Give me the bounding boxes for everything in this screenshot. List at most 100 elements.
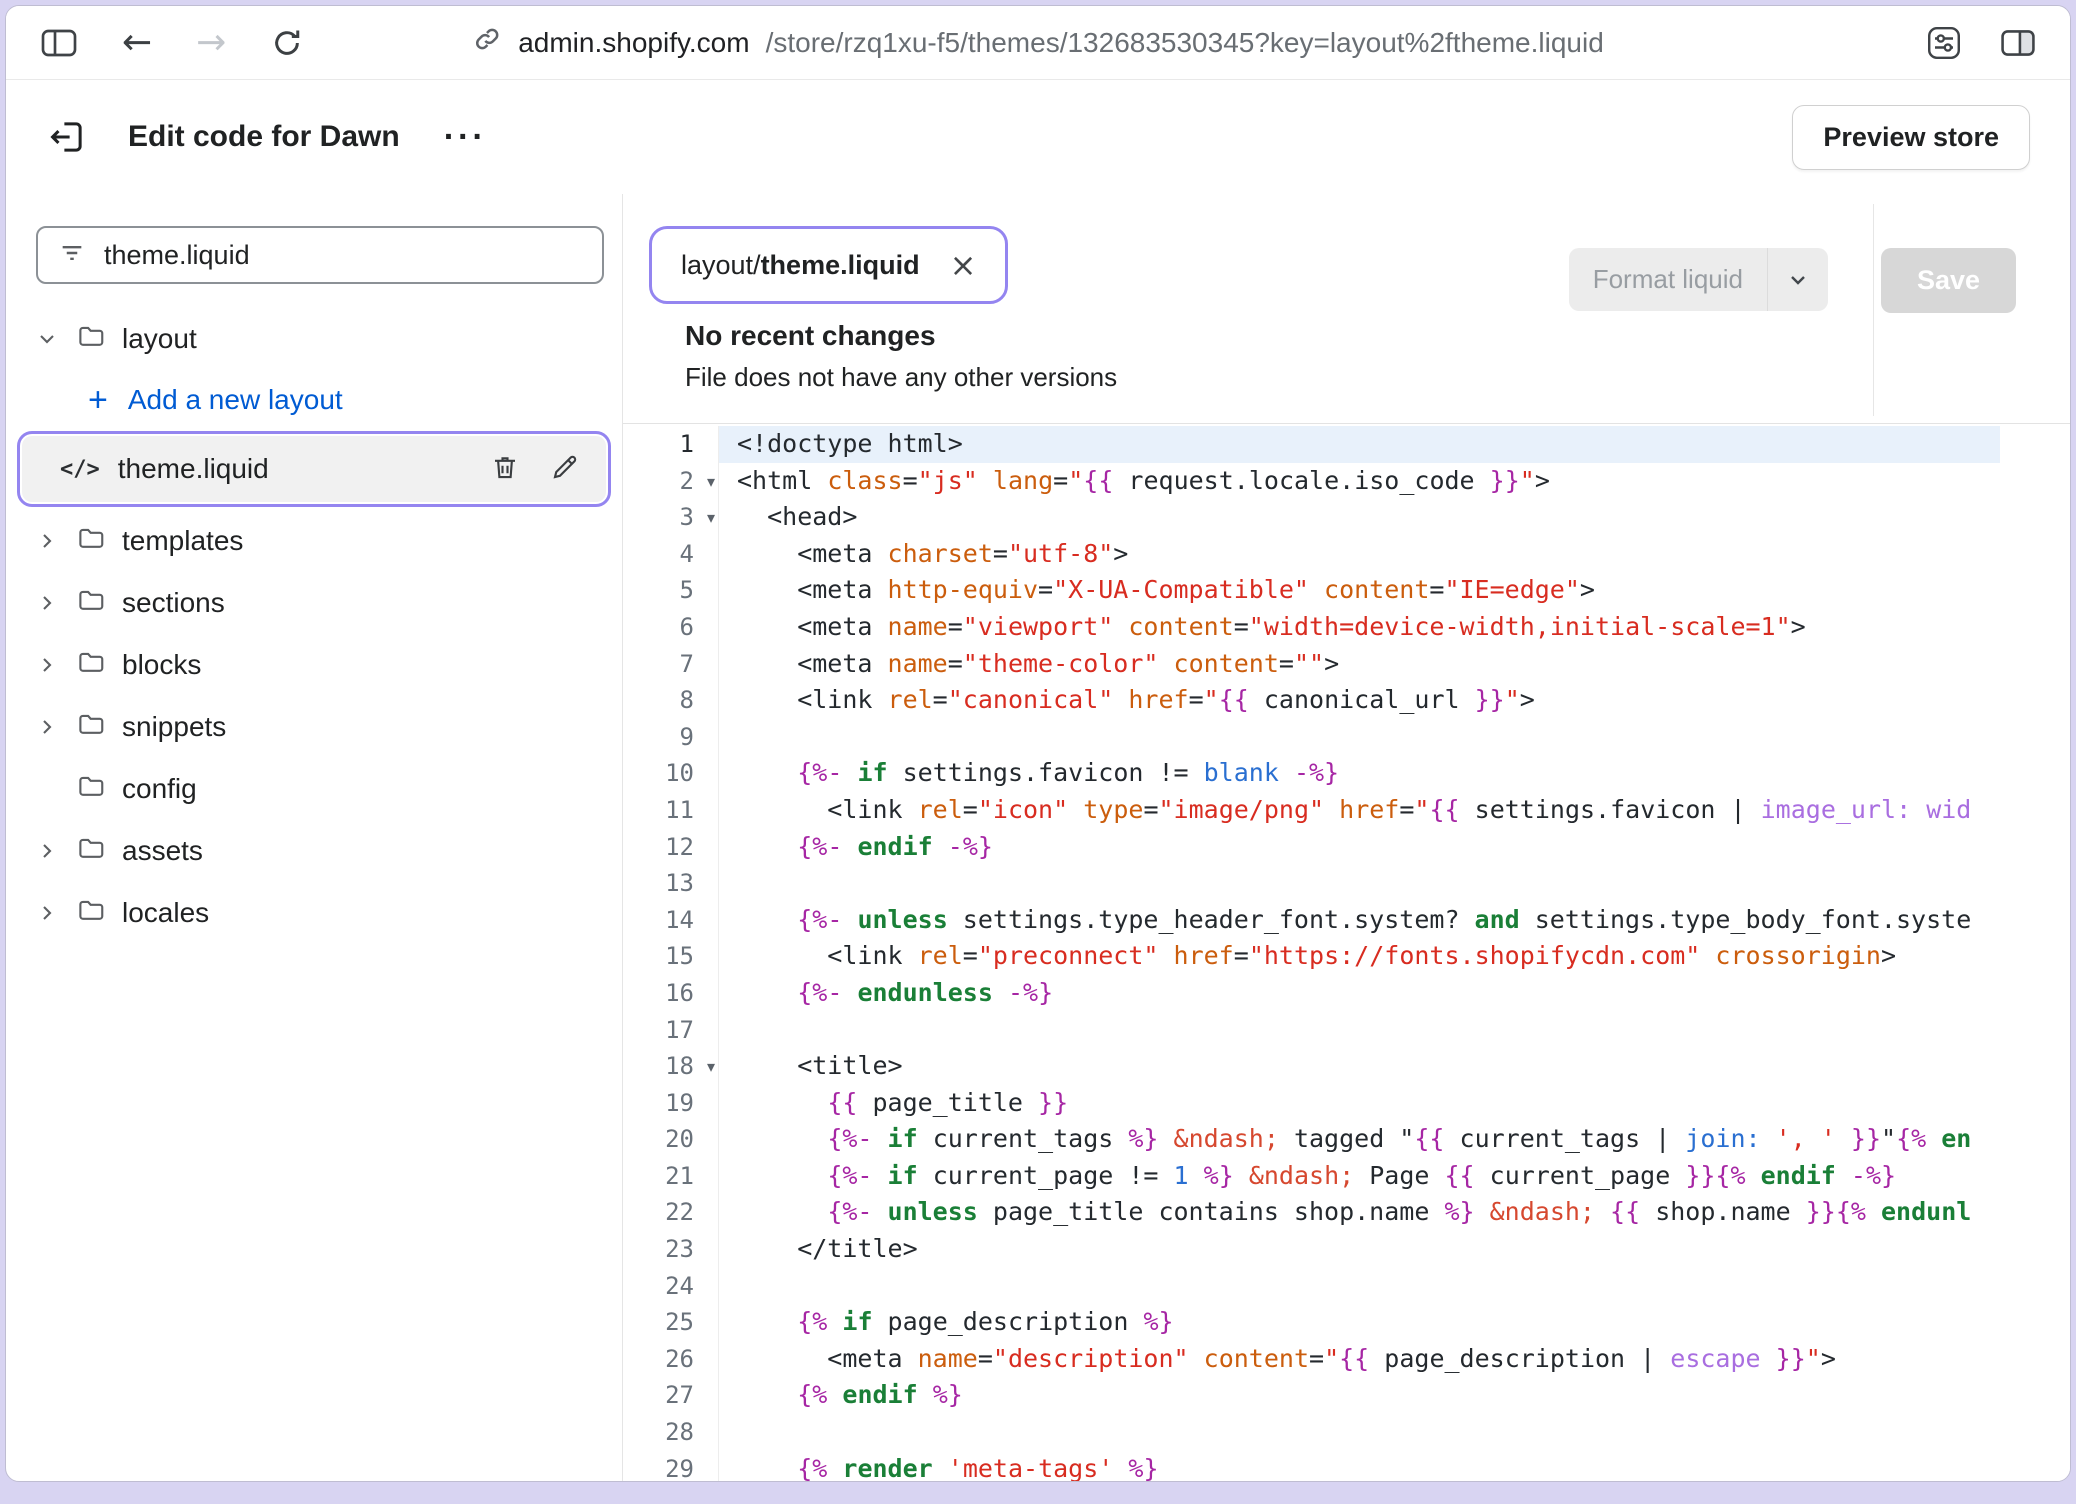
content-area: layout + Add a new layout </> theme.liqu…	[6, 194, 2070, 1481]
chevron-right-icon[interactable]	[34, 529, 60, 553]
status-subtitle: File does not have any other versions	[685, 362, 2070, 393]
code-text: {% render 'meta-tags' %}	[719, 1451, 2000, 1481]
code-text: <head>	[719, 499, 2000, 536]
code-text: {%- endunless -%}	[719, 975, 2000, 1012]
active-tab-focus-ring: layout/theme.liquid ×	[649, 226, 1008, 304]
sidebar-item-sections[interactable]: sections	[6, 572, 622, 634]
format-options-dropdown[interactable]	[1768, 248, 1828, 311]
file-search-box[interactable]	[36, 226, 604, 284]
code-line[interactable]: 23 </title>	[623, 1231, 2000, 1268]
address-bar[interactable]: admin.shopify.com/store/rzq1xu-f5/themes…	[472, 6, 1604, 79]
code-line[interactable]: 26 <meta name="description" content="{{ …	[623, 1341, 2000, 1378]
sidebar-item-theme-liquid[interactable]: </> theme.liquid	[22, 436, 606, 502]
code-editor[interactable]: 1<!doctype html>2▾<html class="js" lang=…	[623, 424, 2070, 1481]
code-line[interactable]: 10 {%- if settings.favicon != blank -%}	[623, 755, 2000, 792]
code-line[interactable]: 28	[623, 1414, 2000, 1451]
code-line[interactable]: 4 <meta charset="utf-8">	[623, 536, 2000, 573]
chevron-right-icon[interactable]	[34, 653, 60, 677]
save-button[interactable]: Save	[1881, 248, 2016, 313]
editor-header: layout/theme.liquid × No recent changes …	[623, 194, 2070, 424]
code-line[interactable]: 2▾<html class="js" lang="{{ request.loca…	[623, 463, 2000, 500]
code-line[interactable]: 13	[623, 865, 2000, 902]
page-title: Edit code for Dawn	[128, 120, 400, 154]
split-view-icon[interactable]	[2000, 27, 2036, 59]
format-liquid-button[interactable]: Format liquid	[1569, 248, 1828, 311]
file-search-input[interactable]	[104, 240, 582, 271]
code-text: <meta name="description" content="{{ pag…	[719, 1341, 2000, 1378]
code-line[interactable]: 20 {%- if current_tags %} &ndash; tagged…	[623, 1121, 2000, 1158]
tab-theme-liquid[interactable]: layout/theme.liquid ×	[657, 234, 1000, 296]
chevron-right-icon[interactable]	[34, 839, 60, 863]
folder-label: assets	[122, 835, 203, 867]
code-text: {{ page_title }}	[719, 1085, 2000, 1122]
chevron-right-icon[interactable]	[34, 591, 60, 615]
code-line[interactable]: 25 {% if page_description %}	[623, 1304, 2000, 1341]
tab-label: layout/theme.liquid	[681, 250, 920, 281]
code-line[interactable]: 22 {%- unless page_title contains shop.n…	[623, 1194, 2000, 1231]
version-status: No recent changes File does not have any…	[685, 320, 2070, 393]
app-header: Edit code for Dawn ··· Preview store	[6, 80, 2070, 194]
trash-icon[interactable]	[490, 452, 520, 487]
sidebar-item-snippets[interactable]: snippets	[6, 696, 622, 758]
url-path: /store/rzq1xu-f5/themes/132683530345?key…	[766, 27, 1604, 59]
code-text: {%- if settings.favicon != blank -%}	[719, 755, 2000, 792]
chevron-right-icon[interactable]	[34, 715, 60, 739]
code-line[interactable]: 27 {% endif %}	[623, 1377, 2000, 1414]
line-number: 22	[623, 1194, 719, 1231]
more-actions-button[interactable]: ···	[444, 127, 487, 147]
preview-store-button[interactable]: Preview store	[1792, 105, 2030, 170]
code-line[interactable]: 6 <meta name="viewport" content="width=d…	[623, 609, 2000, 646]
code-line[interactable]: 8 <link rel="canonical" href="{{ canonic…	[623, 682, 2000, 719]
sidebar-item-layout[interactable]: layout	[6, 308, 622, 370]
reload-icon[interactable]	[270, 26, 304, 60]
sidebar-item-blocks[interactable]: blocks	[6, 634, 622, 696]
fold-chevron-icon[interactable]: ▾	[707, 1049, 715, 1086]
code-text: <meta charset="utf-8">	[719, 536, 2000, 573]
sidebar-item-locales[interactable]: locales	[6, 882, 622, 944]
code-line[interactable]: 15 <link rel="preconnect" href="https://…	[623, 938, 2000, 975]
close-tab-icon[interactable]: ×	[950, 249, 977, 281]
code-text: </title>	[719, 1231, 2000, 1268]
code-line[interactable]: 24	[623, 1268, 2000, 1305]
sidebar-item-config[interactable]: config	[6, 758, 622, 820]
code-line[interactable]: 18▾ <title>	[623, 1048, 2000, 1085]
code-line[interactable]: 16 {%- endunless -%}	[623, 975, 2000, 1012]
folder-icon	[76, 709, 106, 746]
sidebar-item-templates[interactable]: templates	[6, 510, 622, 572]
forward-icon[interactable]: →	[196, 25, 226, 61]
code-line[interactable]: 7 <meta name="theme-color" content="">	[623, 646, 2000, 683]
code-text: <meta name="viewport" content="width=dev…	[719, 609, 2000, 646]
chevron-right-icon[interactable]	[34, 901, 60, 925]
code-line[interactable]: 12 {%- endif -%}	[623, 829, 2000, 866]
code-line[interactable]: 9	[623, 719, 2000, 756]
code-line[interactable]: 29 {% render 'meta-tags' %}	[623, 1451, 2000, 1481]
folder-icon	[76, 523, 106, 560]
code-line[interactable]: 21 {%- if current_page != 1 %} &ndash; P…	[623, 1158, 2000, 1195]
chevron-down-icon[interactable]	[34, 327, 60, 351]
back-icon[interactable]: ←	[122, 25, 152, 61]
code-text: <link rel="preconnect" href="https://fon…	[719, 938, 2000, 975]
line-number: 29	[623, 1451, 719, 1481]
code-line[interactable]: 1<!doctype html>	[623, 426, 2000, 463]
folder-icon	[76, 771, 106, 808]
sidebar-toggle-icon[interactable]	[40, 27, 78, 59]
code-line[interactable]: 5 <meta http-equiv="X-UA-Compatible" con…	[623, 572, 2000, 609]
browser-toolbar: ← → admin.shopify.com/store/rzq1xu-f5/th…	[6, 6, 2070, 80]
code-line[interactable]: 19 {{ page_title }}	[623, 1085, 2000, 1122]
line-number: 13	[623, 865, 719, 902]
code-line[interactable]: 14 {%- unless settings.type_header_font.…	[623, 902, 2000, 939]
fold-chevron-icon[interactable]: ▾	[707, 500, 715, 537]
add-layout-button[interactable]: + Add a new layout	[6, 370, 622, 430]
line-number: 12	[623, 829, 719, 866]
code-line[interactable]: 11 <link rel="icon" type="image/png" hre…	[623, 792, 2000, 829]
edit-icon[interactable]	[550, 452, 580, 487]
tune-icon[interactable]	[1926, 25, 1962, 61]
sidebar-item-assets[interactable]: assets	[6, 820, 622, 882]
code-line[interactable]: 3▾ <head>	[623, 499, 2000, 536]
fold-chevron-icon[interactable]: ▾	[707, 464, 715, 501]
line-number: 23	[623, 1231, 719, 1268]
exit-editor-icon[interactable]	[46, 116, 88, 158]
code-line[interactable]: 17	[623, 1012, 2000, 1049]
code-text: {%- if current_tags %} &ndash; tagged "{…	[719, 1121, 2000, 1158]
line-number: 4	[623, 536, 719, 573]
